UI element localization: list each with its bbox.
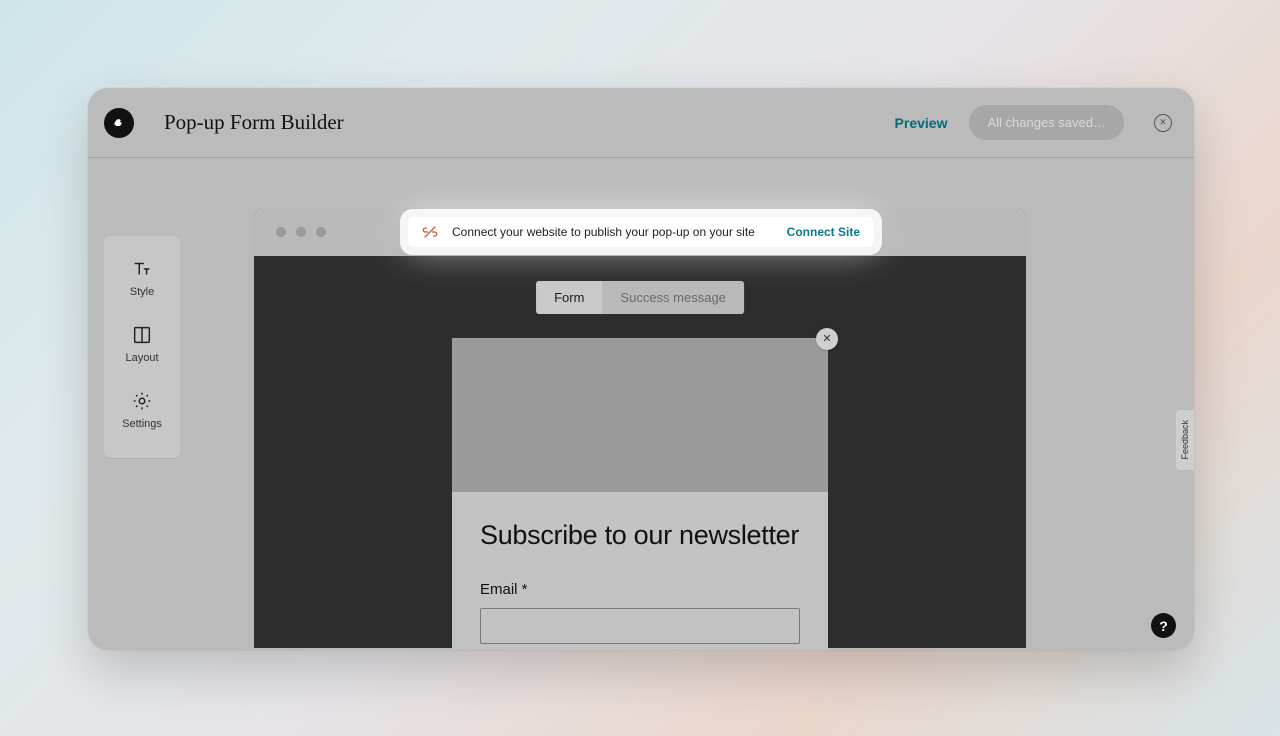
traffic-dot	[276, 227, 286, 237]
preview-button[interactable]: Preview	[895, 115, 948, 131]
editor-tabs: Form Success message	[536, 281, 744, 314]
feedback-tab[interactable]: Feedback	[1176, 410, 1194, 470]
top-bar: Pop-up Form Builder Preview All changes …	[88, 88, 1194, 158]
traffic-dot	[296, 227, 306, 237]
app-window: Pop-up Form Builder Preview All changes …	[88, 88, 1194, 650]
layout-icon	[131, 324, 153, 346]
popup-body: Subscribe to our newsletter Email *	[452, 492, 828, 650]
connect-site-banner: Connect your website to publish your pop…	[408, 217, 874, 247]
connect-site-link[interactable]: Connect Site	[787, 225, 860, 239]
mailchimp-logo-icon	[104, 108, 134, 138]
help-icon: ?	[1159, 618, 1168, 634]
sidebar-item-label: Style	[130, 286, 154, 298]
popup-heading[interactable]: Subscribe to our newsletter	[480, 520, 800, 551]
feedback-label: Feedback	[1180, 420, 1190, 460]
sidebar-item-label: Settings	[122, 418, 162, 430]
email-label: Email *	[480, 581, 800, 598]
traffic-dot	[316, 227, 326, 237]
sidebar-item-label: Layout	[125, 352, 158, 364]
close-icon[interactable]	[1154, 114, 1172, 132]
sidebar-item-layout[interactable]: Layout	[104, 312, 180, 378]
typography-icon	[131, 258, 153, 280]
preview-canvas: Connect your website to publish your pop…	[254, 208, 1026, 648]
sidebar-item-style[interactable]: Style	[104, 246, 180, 312]
help-button[interactable]: ?	[1151, 613, 1176, 638]
tab-form[interactable]: Form	[536, 281, 602, 314]
popup-image-placeholder[interactable]	[452, 338, 828, 492]
tab-success-message[interactable]: Success message	[602, 281, 744, 314]
connect-banner-message: Connect your website to publish your pop…	[452, 225, 773, 239]
sidebar-item-settings[interactable]: Settings	[104, 378, 180, 444]
page-title: Pop-up Form Builder	[164, 110, 344, 135]
link-broken-icon	[422, 224, 438, 240]
popup-close-icon[interactable]	[816, 328, 838, 350]
save-status-pill: All changes saved…	[969, 105, 1124, 140]
gear-icon	[131, 390, 153, 412]
tool-sidebar: Style Layout Settings	[104, 236, 180, 458]
email-field[interactable]	[480, 608, 800, 644]
popup-preview: Subscribe to our newsletter Email *	[452, 338, 828, 650]
